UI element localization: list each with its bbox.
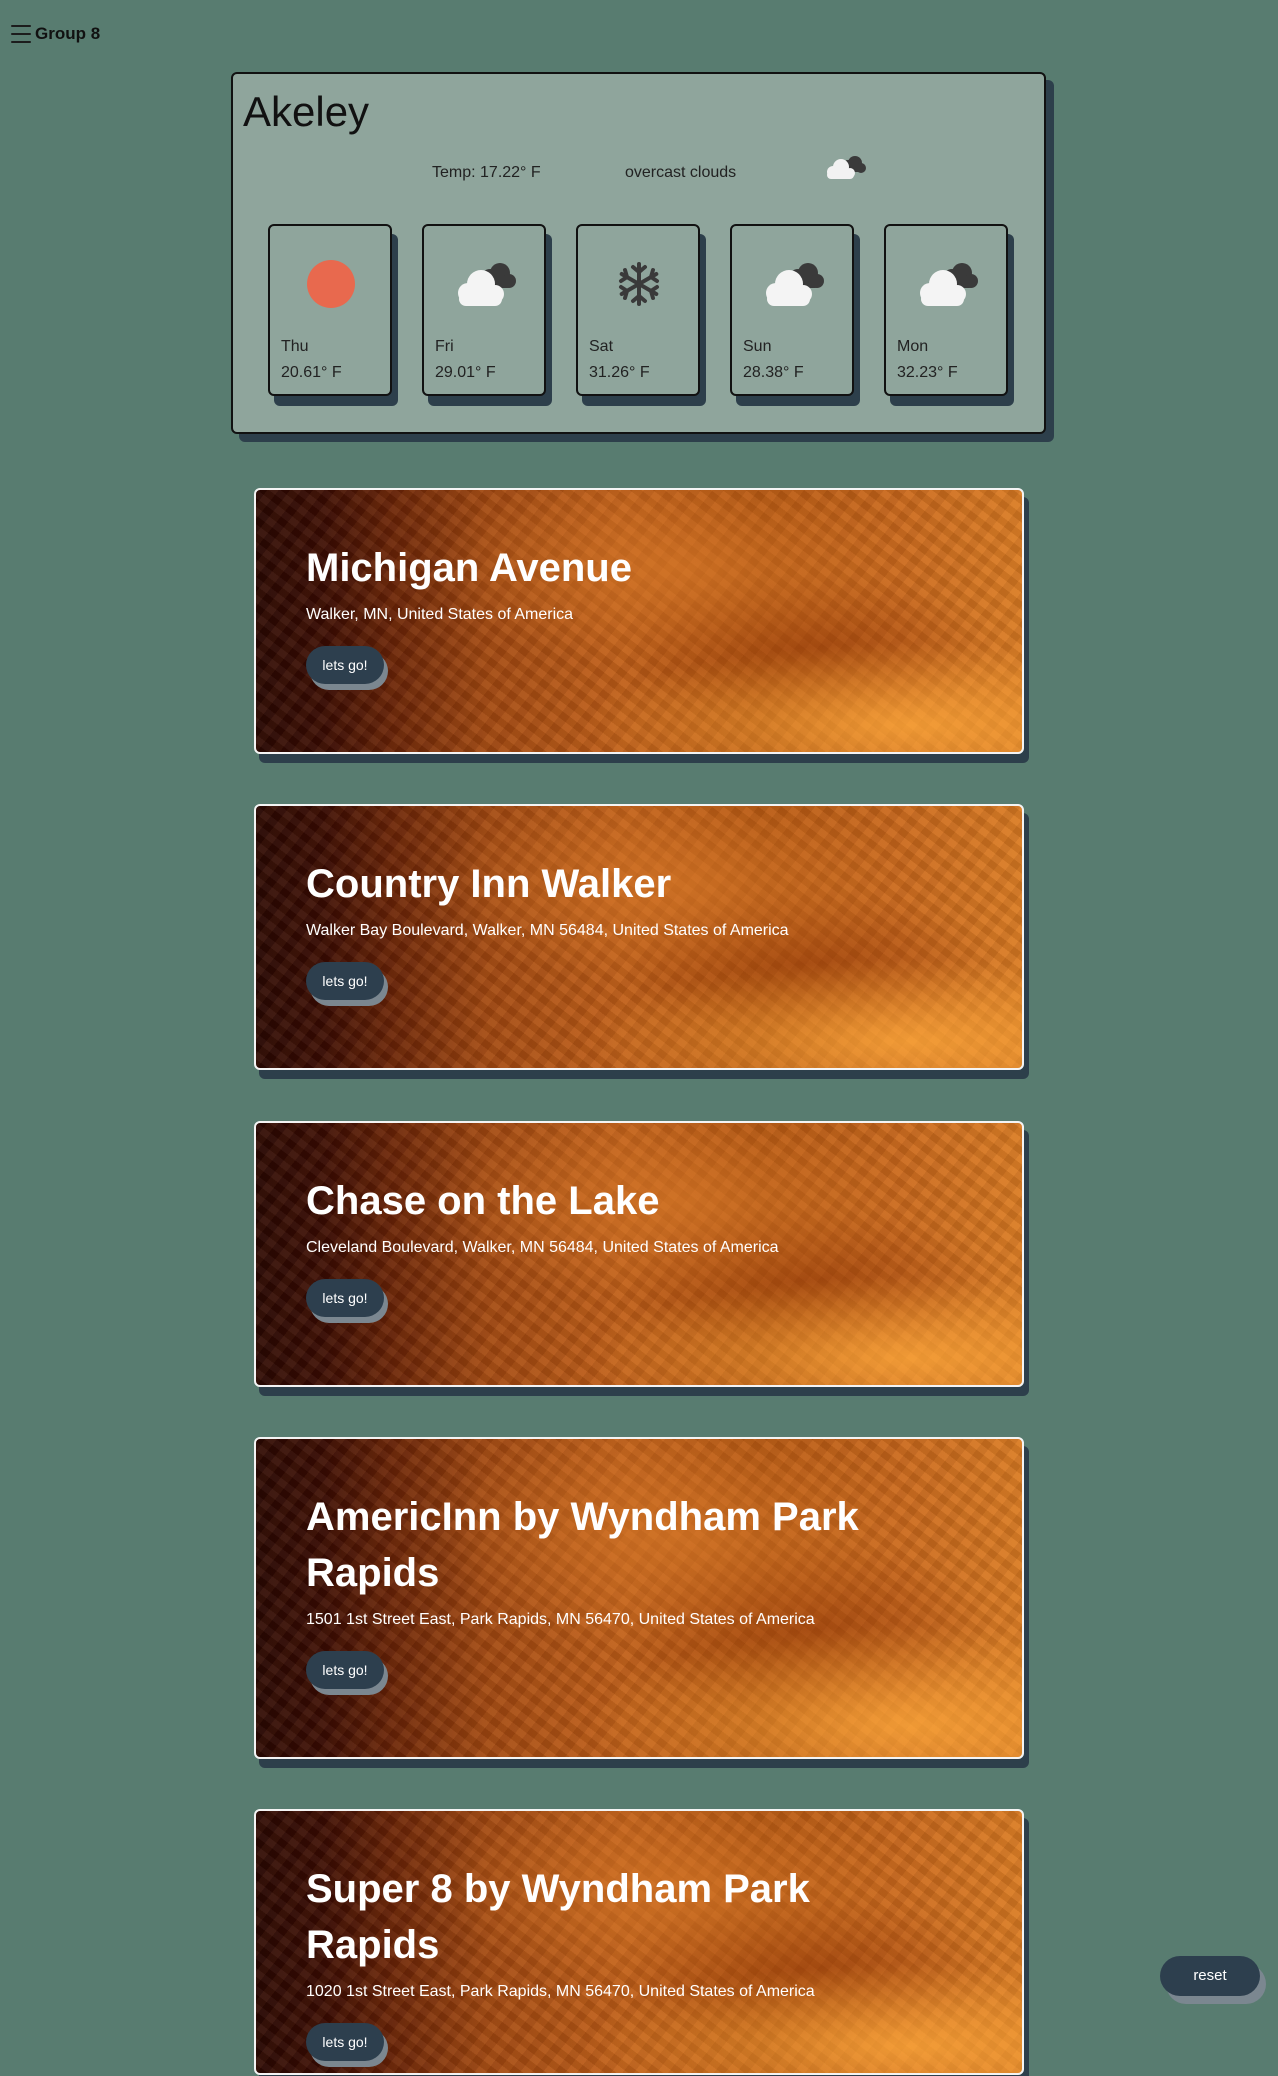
place-address: 1020 1st Street East, Park Rapids, MN 56… — [306, 1983, 815, 2000]
overcast-clouds-icon — [827, 156, 866, 179]
place-name: Chase on the Lake — [306, 1179, 660, 1223]
hamburger-icon[interactable] — [11, 25, 31, 43]
lets-go-button[interactable]: lets go! — [306, 962, 384, 1000]
city-name: Akeley — [243, 88, 370, 135]
place-card: Chase on the Lake Cleveland Boulevard, W… — [254, 1121, 1024, 1387]
forecast-day: Thu — [281, 338, 309, 355]
cloud-icon — [766, 263, 824, 306]
app-title: Group 8 — [35, 24, 101, 43]
current-temperature: Temp: 17.22° F — [432, 164, 541, 181]
place-address: Cleveland Boulevard, Walker, MN 56484, U… — [306, 1239, 779, 1256]
place-name: Super 8 by Wyndham Park Rapids — [306, 1867, 810, 1967]
forecast-temperature: 29.01° F — [435, 364, 496, 381]
place-card: Michigan Avenue Walker, MN, United State… — [254, 488, 1024, 754]
place-name: AmericInn by Wyndham Park Rapids — [306, 1495, 859, 1595]
forecast-temperature: 28.38° F — [743, 364, 804, 381]
reset-button[interactable]: reset — [1160, 1956, 1260, 1996]
forecast-card: Thu 20.61° F — [268, 224, 392, 396]
cloud-icon — [920, 263, 978, 306]
place-card: Super 8 by Wyndham Park Rapids 1020 1st … — [254, 1809, 1024, 2075]
forecast-card: Mon 32.23° F — [884, 224, 1008, 396]
forecast-day: Sun — [743, 338, 772, 355]
forecast-temperature: 20.61° F — [281, 364, 342, 381]
place-address: Walker, MN, United States of America — [306, 606, 574, 623]
top-bar: Group 8 — [11, 24, 100, 44]
forecast-card: Sun 28.38° F — [730, 224, 854, 396]
place-name: Country Inn Walker — [306, 862, 672, 906]
place-address: 1501 1st Street East, Park Rapids, MN 56… — [306, 1611, 815, 1628]
lets-go-button[interactable]: lets go! — [306, 646, 384, 684]
snowflake-icon — [619, 262, 659, 306]
forecast-card: Sat 31.26° F — [576, 224, 700, 396]
forecast-card: Fri 29.01° F — [422, 224, 546, 396]
lets-go-button[interactable]: lets go! — [306, 1279, 384, 1317]
cloud-icon — [458, 263, 516, 306]
forecast-day: Sat — [589, 338, 614, 355]
weather-description: overcast clouds — [625, 164, 737, 181]
place-name: Michigan Avenue — [306, 546, 632, 590]
place-address: Walker Bay Boulevard, Walker, MN 56484, … — [306, 922, 789, 939]
weather-panel: Akeley Temp: 17.22° F overcast clouds Th… — [231, 72, 1046, 434]
lets-go-button[interactable]: lets go! — [306, 1651, 384, 1689]
forecast-temperature: 31.26° F — [589, 364, 650, 381]
sun-icon — [307, 260, 355, 308]
lets-go-button[interactable]: lets go! — [306, 2023, 384, 2061]
place-card: AmericInn by Wyndham Park Rapids 1501 1s… — [254, 1437, 1024, 1759]
forecast-day: Mon — [897, 338, 929, 355]
forecast-temperature: 32.23° F — [897, 364, 958, 381]
forecast-day: Fri — [435, 338, 454, 355]
place-card: Country Inn Walker Walker Bay Boulevard,… — [254, 804, 1024, 1070]
